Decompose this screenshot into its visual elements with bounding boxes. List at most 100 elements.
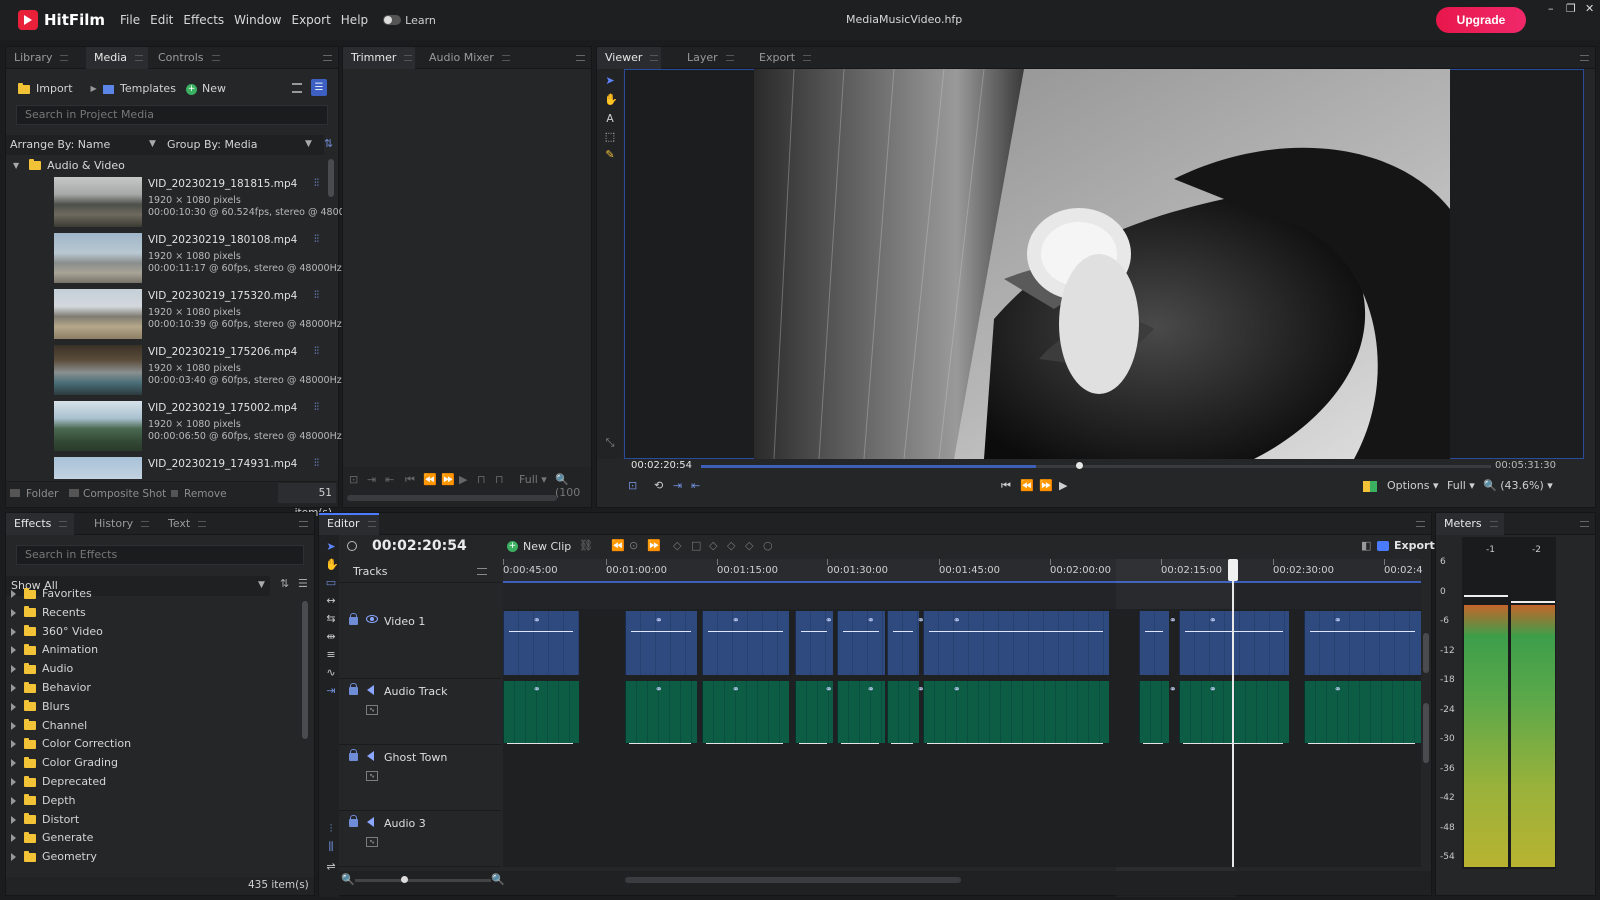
- clip-name[interactable]: VID_20230219_175206.mp4: [148, 346, 297, 358]
- viewer-quality-select[interactable]: Full ▾: [1447, 479, 1475, 492]
- trimmer-mark-icon[interactable]: ⊓: [477, 473, 486, 486]
- filter-dropdown-icon[interactable]: ▼: [258, 580, 265, 590]
- expand-icon[interactable]: [11, 702, 16, 711]
- import-arrow-icon[interactable]: ▶: [91, 79, 97, 99]
- effect-category-item[interactable]: Deprecated: [11, 773, 106, 791]
- clip-thumbnail[interactable]: [54, 289, 142, 339]
- speaker-icon[interactable]: [367, 685, 374, 695]
- audio-clip[interactable]: [1304, 681, 1421, 743]
- target-icon[interactable]: ⊙: [629, 539, 638, 552]
- opacity-line[interactable]: [509, 631, 573, 632]
- viewer-loop-icon[interactable]: ⟲: [654, 479, 663, 492]
- audio-volume-line[interactable]: [891, 743, 913, 744]
- viewer-step-back-icon[interactable]: ⏪: [1020, 479, 1034, 492]
- viewer-go-start-icon[interactable]: ⏮: [1001, 479, 1011, 493]
- audio-volume-line[interactable]: [507, 743, 573, 744]
- link-icon[interactable]: ⛓: [579, 539, 593, 552]
- expand-icon[interactable]: [11, 646, 16, 655]
- trimmer-overlay-icon[interactable]: ⇤: [385, 473, 394, 486]
- waveform-icon[interactable]: ∿: [366, 771, 378, 781]
- menu-help[interactable]: Help: [336, 13, 373, 27]
- effects-scrollbar[interactable]: [302, 601, 308, 739]
- expand-icon[interactable]: [11, 721, 16, 730]
- marker-icon[interactable]: □: [691, 539, 701, 552]
- viewer-set-out-icon[interactable]: ⇤: [691, 479, 700, 492]
- waveform-icon[interactable]: ∿: [366, 705, 378, 715]
- editor-export-button[interactable]: Export: [1377, 539, 1435, 552]
- clip-thumbnail[interactable]: [54, 457, 142, 479]
- resize-icon[interactable]: ⤡: [604, 437, 616, 449]
- new-button[interactable]: + New: [186, 79, 226, 99]
- keyframe-icon[interactable]: ◇: [673, 539, 681, 552]
- trimmer-mark-out-icon[interactable]: ⊓: [495, 473, 504, 486]
- effect-category-item[interactable]: Blurs: [11, 698, 70, 716]
- audio-clip[interactable]: [887, 681, 919, 743]
- menu-effects[interactable]: Effects: [178, 13, 229, 27]
- expand-icon[interactable]: [11, 834, 16, 843]
- arrange-dropdown-icon[interactable]: ▼: [149, 139, 156, 149]
- track-name[interactable]: Audio 3: [384, 817, 426, 830]
- audio-volume-line[interactable]: [927, 743, 1103, 744]
- timeline-roll-icon[interactable]: ≡: [325, 649, 337, 661]
- editor-timecode[interactable]: 00:02:20:54: [372, 538, 467, 554]
- group-dropdown-icon[interactable]: ▼: [305, 139, 312, 149]
- timeline-slip-icon[interactable]: ↔: [325, 595, 337, 607]
- tab-audio-mixer[interactable]: Audio Mixer: [421, 47, 513, 69]
- lock-icon[interactable]: [349, 613, 358, 625]
- color-mode-icon[interactable]: [1363, 481, 1377, 492]
- trimmer-scrollbar[interactable]: [347, 495, 557, 501]
- timeline-playhead-handle[interactable]: [1228, 559, 1238, 581]
- timeline-select-icon[interactable]: ➤: [325, 541, 337, 553]
- tab-media[interactable]: Media: [86, 47, 148, 69]
- tab-layer[interactable]: Layer: [679, 47, 741, 69]
- video-clip[interactable]: [503, 611, 579, 675]
- effect-category-item[interactable]: Animation: [11, 641, 98, 659]
- effect-category-item[interactable]: Generate: [11, 829, 93, 847]
- clip-properties-icon[interactable]: ⫶⫶: [314, 290, 326, 301]
- learn-toggle[interactable]: [383, 15, 402, 25]
- clip-thumbnail[interactable]: [54, 401, 142, 451]
- audio-volume-line[interactable]: [1308, 743, 1415, 744]
- track-name[interactable]: Audio Track: [384, 685, 448, 698]
- track-name[interactable]: Video 1: [384, 615, 425, 628]
- lock-icon[interactable]: [349, 815, 358, 827]
- effects-list-icon[interactable]: ☰: [298, 577, 308, 590]
- effect-category-item[interactable]: Geometry: [11, 848, 97, 866]
- opacity-line[interactable]: [708, 631, 783, 632]
- effect-category-item[interactable]: Color Correction: [11, 735, 131, 753]
- pen-tool-icon[interactable]: ✎: [604, 149, 616, 161]
- timeline-slide-icon[interactable]: ⇆: [325, 613, 337, 625]
- minimize-icon[interactable]: –: [1548, 2, 1554, 15]
- timeline-playhead[interactable]: [1232, 559, 1234, 867]
- effect-category-item[interactable]: Favorites: [11, 585, 92, 603]
- tab-effects[interactable]: Effects: [6, 513, 74, 535]
- opacity-line[interactable]: [929, 631, 1103, 632]
- clip-properties-icon[interactable]: ⫶⫶: [314, 458, 326, 469]
- new-clip-button[interactable]: + New Clip: [507, 540, 571, 553]
- video-clip[interactable]: [923, 611, 1109, 675]
- tab-viewer[interactable]: Viewer: [597, 47, 661, 69]
- track-header-audio-3[interactable]: Audio 3 ∿: [339, 811, 501, 867]
- zoom-out-icon[interactable]: 🔍: [341, 873, 355, 886]
- viewer-options-button[interactable]: Options ▾: [1387, 479, 1438, 492]
- clip-name[interactable]: VID_20230219_175320.mp4: [148, 290, 297, 302]
- speaker-icon[interactable]: [367, 751, 374, 761]
- timeline-audio-mix-icon[interactable]: ⫶: [325, 823, 337, 835]
- tab-library[interactable]: Library: [6, 47, 74, 69]
- timeline-vertical-scrollbar[interactable]: [1423, 633, 1429, 673]
- trimmer-step-back-icon[interactable]: ⏪: [423, 473, 437, 486]
- effect-category-item[interactable]: Color Grading: [11, 754, 118, 772]
- clip-name[interactable]: VID_20230219_174931.mp4: [148, 458, 297, 470]
- timeline-levels-icon[interactable]: ⫼: [325, 841, 337, 853]
- timeline-vertical-scrollbar-2[interactable]: [1423, 703, 1429, 763]
- audio-volume-line[interactable]: [629, 743, 691, 744]
- zoom-slider[interactable]: [355, 879, 491, 882]
- video-clip[interactable]: [1179, 611, 1289, 675]
- loop-region-icon[interactable]: ○: [763, 539, 773, 552]
- clip-thumbnail[interactable]: [54, 345, 142, 395]
- expand-icon[interactable]: [11, 759, 16, 768]
- opacity-line[interactable]: [631, 631, 691, 632]
- keyframe-out-icon[interactable]: ◇: [727, 539, 735, 552]
- waveform-icon[interactable]: ∿: [366, 837, 378, 847]
- lock-icon[interactable]: [349, 683, 358, 695]
